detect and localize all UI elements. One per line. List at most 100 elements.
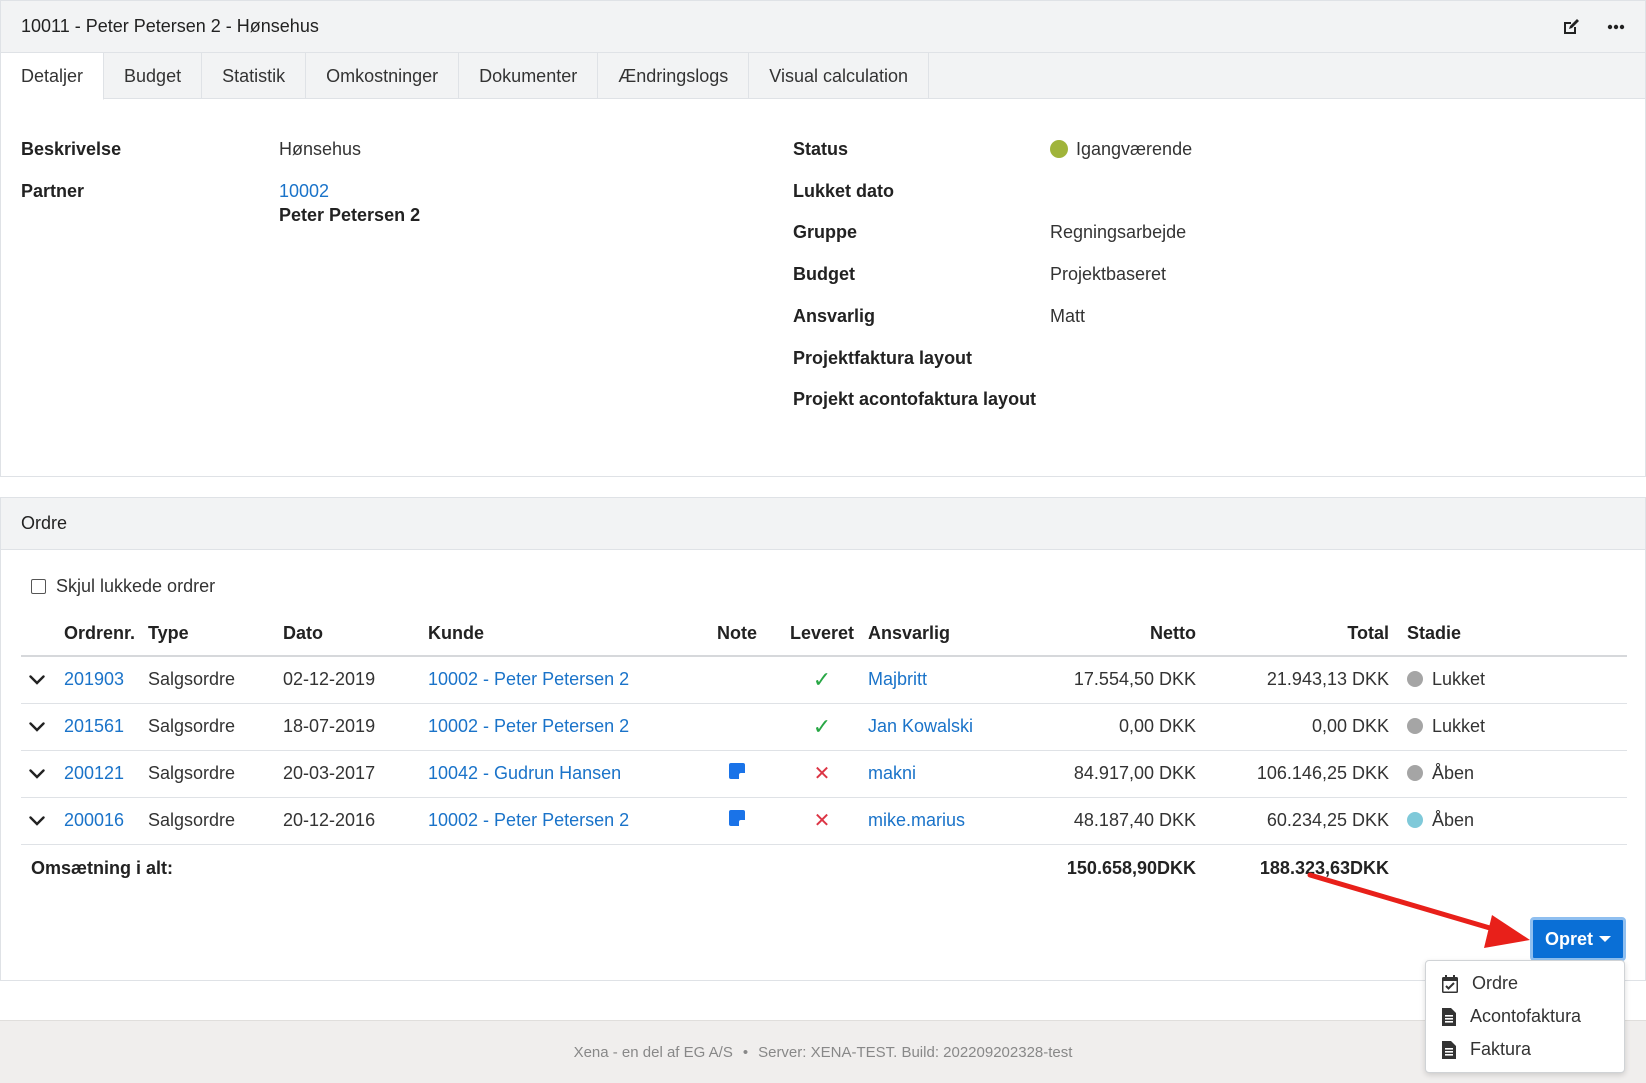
customer-link[interactable]: 10002 - Peter Petersen 2 [428, 716, 629, 736]
expand-row-button[interactable] [21, 797, 64, 845]
col-kunde[interactable]: Kunde [428, 612, 698, 657]
order-number-link[interactable]: 201561 [64, 716, 124, 736]
tab-visual-calculation[interactable]: Visual calculation [749, 53, 930, 99]
projektfaktura-layout-label: Projektfaktura layout [793, 348, 973, 368]
col-total[interactable]: Total [1196, 612, 1389, 657]
note-cell[interactable] [698, 750, 776, 798]
tab-dokumenter[interactable]: Dokumenter [459, 53, 599, 99]
chevron-down-icon [29, 816, 45, 826]
col-ansvarlig[interactable]: Ansvarlig [868, 612, 1026, 657]
file-text-icon [1442, 1007, 1456, 1026]
order-total: 60.234,25 DKK [1196, 797, 1389, 845]
order-type: Salgsordre [148, 656, 283, 704]
project-card: 10011 - Peter Petersen 2 - Hønsehus Deta… [0, 0, 1646, 477]
lukket-dato-label: Lukket dato [793, 181, 895, 201]
expand-row-button[interactable] [21, 703, 64, 751]
hide-closed-checkbox[interactable] [31, 579, 46, 594]
customer-link[interactable]: 10002 - Peter Petersen 2 [428, 810, 629, 830]
footer-brand: Xena - en del af EG A/S [573, 1043, 733, 1061]
order-number-link[interactable]: 200121 [64, 763, 124, 783]
customer-link[interactable]: 10042 - Gudrun Hansen [428, 763, 621, 783]
order-stage: Lukket [1389, 656, 1627, 704]
col-ordrenr[interactable]: Ordrenr. [64, 612, 148, 657]
status-dot [1050, 140, 1068, 158]
edit-icon[interactable] [1561, 17, 1581, 37]
order-stage: Lukket [1389, 703, 1627, 751]
col-note[interactable]: Note [698, 612, 776, 657]
table-row[interactable]: 201903 Salgsordre 02-12-2019 10002 - Peter … [21, 656, 1627, 704]
check-icon: ✓ [812, 713, 832, 739]
tab-budget[interactable]: Budget [104, 53, 203, 99]
total-label: Omsætning i alt: [31, 857, 174, 878]
order-netto: 0,00 DKK [1026, 703, 1196, 751]
col-dato[interactable]: Dato [283, 612, 428, 657]
col-expand [21, 612, 64, 657]
partner-label: Partner [21, 181, 85, 201]
stage-dot [1407, 765, 1423, 781]
col-leveret[interactable]: Leveret [776, 612, 868, 657]
order-date: 18-07-2019 [283, 703, 428, 751]
stage-label: Lukket [1432, 669, 1486, 690]
opret-button[interactable]: Opret [1530, 917, 1626, 961]
order-total: 0,00 DKK [1196, 703, 1389, 751]
partner-id-link[interactable]: 10002 [279, 181, 329, 202]
expand-row-button[interactable] [21, 750, 64, 798]
responsible-link[interactable]: mike.marius [868, 810, 965, 830]
delivered-cell: ✕ [776, 797, 868, 845]
tab-aendringslogs[interactable]: Ændringslogs [598, 53, 750, 99]
order-stage: Åben [1389, 797, 1627, 845]
expand-row-button[interactable] [21, 656, 64, 704]
calendar-check-icon [1442, 974, 1458, 993]
table-row[interactable]: 200016 Salgsordre 20-12-2016 10002 - Peter … [21, 797, 1627, 845]
order-total: 106.146,25 DKK [1196, 750, 1389, 798]
cross-icon: ✕ [813, 810, 831, 832]
beskrivelse-value: Hønsehus [279, 139, 362, 159]
tab-statistik[interactable]: Statistik [202, 53, 307, 99]
footer-separator: • [742, 1043, 749, 1061]
caret-down-icon [1599, 936, 1611, 942]
note-cell [698, 656, 776, 704]
menu-item-faktura[interactable]: Faktura [1426, 1033, 1624, 1066]
menu-item-acontofaktura[interactable]: Acontofaktura [1426, 1000, 1624, 1033]
budget-value: Projektbaseret [1050, 264, 1167, 284]
ansvarlig-value: Matt [1050, 306, 1086, 326]
page-title: 10011 - Peter Petersen 2 - Hønsehus [21, 16, 319, 36]
responsible-link[interactable]: Majbritt [868, 669, 927, 689]
orders-total-row: Omsætning i alt: 150.658,90DKK 188.323,6… [21, 844, 1627, 892]
menu-item-acontofaktura-label: Acontofaktura [1470, 1006, 1582, 1026]
stage-dot [1407, 812, 1423, 828]
order-type: Salgsordre [148, 703, 283, 751]
hide-closed-orders[interactable]: Skjul lukkede ordrer [31, 576, 215, 597]
note-cell[interactable] [698, 797, 776, 845]
table-row[interactable]: 200121 Salgsordre 20-03-2017 10042 - Gudrun… [21, 750, 1627, 798]
tab-omkostninger[interactable]: Omkostninger [306, 53, 460, 99]
project-header: 10011 - Peter Petersen 2 - Hønsehus [1, 1, 1645, 53]
delivered-cell: ✕ [776, 750, 868, 798]
more-icon[interactable] [1607, 24, 1625, 30]
col-netto[interactable]: Netto [1026, 612, 1196, 657]
budget-label: Budget [793, 264, 855, 284]
footer-server-info: Server: XENA-TEST. Build: 202209202328-t… [758, 1043, 1073, 1061]
note-icon[interactable] [729, 810, 745, 826]
chevron-down-icon [29, 722, 45, 732]
order-type: Salgsordre [148, 750, 283, 798]
total-netto: 150.658,90DKK [1066, 857, 1196, 878]
order-number-link[interactable]: 200016 [64, 810, 124, 830]
col-stadie[interactable]: Stadie [1389, 612, 1627, 657]
note-cell [698, 703, 776, 751]
order-number-link[interactable]: 201903 [64, 669, 124, 689]
tab-bar: Detaljer Budget Statistik Omkostninger D… [1, 53, 1645, 100]
responsible-link[interactable]: makni [868, 763, 916, 783]
tab-detaljer[interactable]: Detaljer [1, 53, 105, 100]
responsible-link[interactable]: Jan Kowalski [868, 716, 973, 736]
customer-link[interactable]: 10002 - Peter Petersen 2 [428, 669, 629, 689]
note-icon[interactable] [729, 763, 745, 779]
beskrivelse-label: Beskrivelse [21, 139, 122, 159]
orders-table: Ordrenr. Type Dato Kunde Note Leveret An… [21, 612, 1627, 892]
menu-item-ordre[interactable]: Ordre [1426, 967, 1624, 1000]
stage-label: Åben [1432, 763, 1475, 783]
partner-name: Peter Petersen 2 [279, 205, 421, 225]
col-type[interactable]: Type [148, 612, 283, 657]
table-row[interactable]: 201561 Salgsordre 18-07-2019 10002 - Peter … [21, 703, 1627, 751]
delivered-cell: ✓ [776, 703, 868, 751]
